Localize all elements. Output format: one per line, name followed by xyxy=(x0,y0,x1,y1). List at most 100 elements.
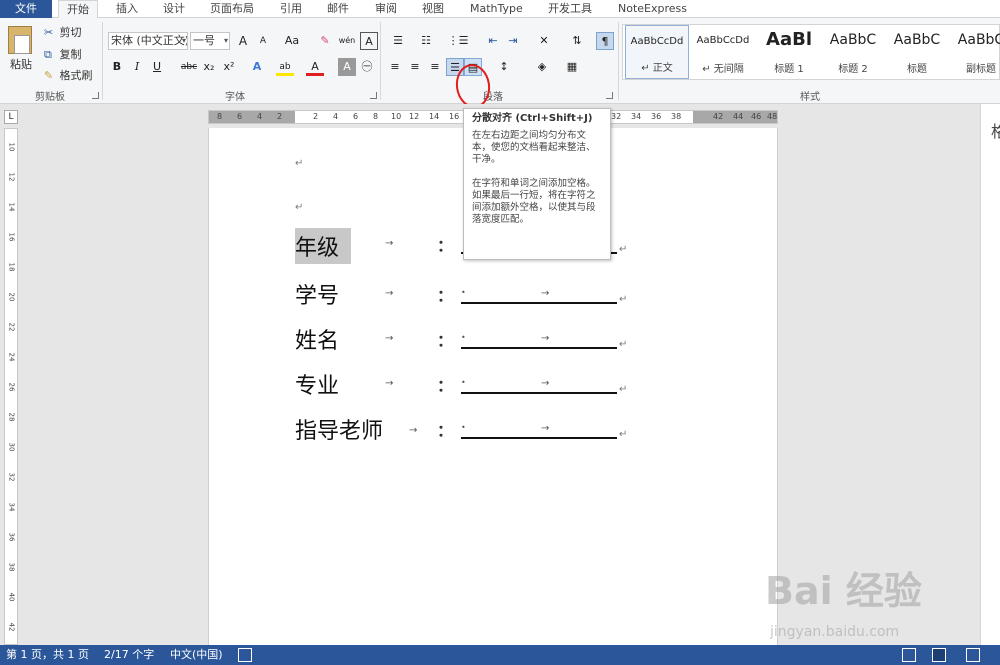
page-count[interactable]: 第 1 页，共 1 页 xyxy=(6,645,89,665)
tab-page-layout[interactable]: 页面布局 xyxy=(210,0,254,18)
change-case-button[interactable]: Aa xyxy=(280,32,304,50)
align-center-button[interactable]: ≡ xyxy=(406,58,424,76)
font-color-button[interactable]: A xyxy=(306,58,324,76)
font-launcher-icon[interactable] xyxy=(370,92,377,99)
line-spacing-button[interactable]: ↕ xyxy=(492,58,516,76)
ruler-tick: 2 xyxy=(313,112,319,121)
macro-icon[interactable] xyxy=(238,648,252,662)
bold-button[interactable]: B xyxy=(108,58,126,76)
styles-gallery: AaBbCcDd ↵ 正文 AaBbCcDd ↵ 无间隔 AaBl 标题 1 A… xyxy=(622,24,1000,80)
char-border-button[interactable]: A xyxy=(360,32,378,50)
underline-button[interactable]: U xyxy=(148,58,166,76)
grow-font-button[interactable]: A xyxy=(234,32,252,50)
font-name-select[interactable]: 宋体 (中文正文) ▾ xyxy=(108,32,188,50)
enclose-char-button[interactable]: ㊀ xyxy=(358,58,376,76)
tab-view[interactable]: 视图 xyxy=(422,0,444,18)
format-painter-label: 格式刷 xyxy=(59,69,93,82)
watermark-logo: Bai 经验 xyxy=(765,569,922,613)
shading-button[interactable]: ◈ xyxy=(530,58,554,76)
align-left-button[interactable]: ≡ xyxy=(386,58,404,76)
print-layout-icon[interactable] xyxy=(932,648,946,662)
fill-in-line[interactable] xyxy=(461,392,617,394)
fill-in-line[interactable] xyxy=(461,347,617,349)
tab-noteexpress[interactable]: NoteExpress xyxy=(618,0,687,18)
tab-developer[interactable]: 开发工具 xyxy=(548,0,592,18)
strikethrough-button[interactable]: abc xyxy=(178,58,200,76)
tab-references[interactable]: 引用 xyxy=(280,0,302,18)
colon: ： xyxy=(437,236,454,255)
show-marks-button[interactable]: ¶ xyxy=(596,32,614,50)
form-row-student-id[interactable]: 学号 → ： • → ↵ xyxy=(295,278,635,314)
style-subtitle[interactable]: AaBbC 副标题 xyxy=(949,25,1000,79)
colon: ： xyxy=(437,376,454,395)
ruler-tick: 42 xyxy=(713,112,724,121)
word-count[interactable]: 2/17 个字 xyxy=(104,645,154,665)
style-name: 标题 2 xyxy=(838,64,868,75)
web-layout-icon[interactable] xyxy=(966,648,980,662)
tab-design[interactable]: 设计 xyxy=(163,0,185,18)
align-right-button[interactable]: ≡ xyxy=(426,58,444,76)
clear-format-button[interactable]: ✎ xyxy=(316,32,334,50)
ruler-tick: 48 xyxy=(767,112,778,121)
copy-button[interactable]: ⧉ 复制 xyxy=(44,46,82,62)
sort-button[interactable]: ⇅ xyxy=(568,32,586,50)
style-no-spacing[interactable]: AaBbCcDd ↵ 无间隔 xyxy=(691,25,755,79)
italic-button[interactable]: I xyxy=(128,58,146,76)
font-size-select[interactable]: 一号 ▾ xyxy=(190,32,230,50)
style-heading-2[interactable]: AaBbC 标题 2 xyxy=(821,25,885,79)
language-indicator[interactable]: 中文(中国) xyxy=(170,645,223,665)
bullets-button[interactable]: ☰ xyxy=(386,32,410,50)
file-tab[interactable]: 文件 xyxy=(0,0,52,18)
decrease-indent-button[interactable]: ⇤ xyxy=(484,32,502,50)
paste-icon[interactable] xyxy=(8,26,32,54)
borders-button[interactable]: ▦ xyxy=(560,58,584,76)
fill-in-line[interactable] xyxy=(461,302,617,304)
style-title[interactable]: AaBbC 标题 xyxy=(885,25,949,79)
tab-home[interactable]: 开始 xyxy=(58,0,98,19)
char-shading-button[interactable]: A xyxy=(338,58,356,76)
text-effects-button[interactable]: A xyxy=(248,58,266,76)
read-mode-icon[interactable] xyxy=(902,648,916,662)
ruler-tick: 26 xyxy=(7,382,16,392)
ruler-tick: 38 xyxy=(671,112,682,121)
tab-review[interactable]: 审阅 xyxy=(375,0,397,18)
tab-mailings[interactable]: 邮件 xyxy=(327,0,349,18)
form-row-name[interactable]: 姓名 → ： • → ↵ xyxy=(295,323,635,359)
ruler-tick: 38 xyxy=(7,562,16,572)
phonetic-guide-button[interactable]: wén xyxy=(336,32,358,50)
chinese-layout-button[interactable]: ✕ xyxy=(532,32,556,50)
clipboard-launcher-icon[interactable] xyxy=(92,92,99,99)
style-normal[interactable]: AaBbCcDd ↵ 正文 xyxy=(625,25,689,79)
subscript-button[interactable]: x₂ xyxy=(200,58,218,76)
format-painter-button[interactable]: ✎ 格式刷 xyxy=(44,67,93,83)
copy-icon: ⧉ xyxy=(44,48,52,61)
tab-selector[interactable]: L xyxy=(4,110,18,124)
multilevel-list-button[interactable]: ⋮☰ xyxy=(444,32,472,50)
style-heading-1[interactable]: AaBl 标题 1 xyxy=(757,25,821,79)
paste-button-label[interactable]: 粘贴 xyxy=(10,56,32,72)
tab-mathtype[interactable]: MathType xyxy=(470,0,523,18)
numbering-button[interactable]: ☷ xyxy=(414,32,438,50)
paragraph-mark: ↵ xyxy=(619,294,628,305)
vertical-ruler[interactable]: 10 12 14 16 18 20 22 24 26 28 30 32 34 3… xyxy=(4,128,18,645)
ruler-tick: 8 xyxy=(217,112,223,121)
cut-button[interactable]: ✂ 剪切 xyxy=(44,24,82,40)
ruler-tick: 32 xyxy=(611,112,622,121)
form-row-advisor[interactable]: 指导老师 → ： • → ↵ xyxy=(295,413,635,449)
group-divider xyxy=(380,22,381,100)
fill-in-line[interactable] xyxy=(461,437,617,439)
tab-insert[interactable]: 插入 xyxy=(116,0,138,18)
shrink-font-button[interactable]: A xyxy=(254,32,272,50)
highlight-button[interactable]: ab xyxy=(276,58,294,76)
ruler-tick: 16 xyxy=(7,232,16,242)
increase-indent-button[interactable]: ⇥ xyxy=(504,32,522,50)
superscript-button[interactable]: x² xyxy=(220,58,238,76)
tab-arrow: → xyxy=(385,378,394,389)
paragraph-launcher-icon[interactable] xyxy=(606,92,613,99)
ruler-tick: 20 xyxy=(7,292,16,302)
ruler-tick: 6 xyxy=(353,112,359,121)
ruler-tick: 24 xyxy=(7,352,16,362)
ruler-tick: 34 xyxy=(7,502,16,512)
styles-pane[interactable]: 格 xyxy=(980,104,1000,645)
form-row-major[interactable]: 专业 → ： • → ↵ xyxy=(295,368,635,404)
